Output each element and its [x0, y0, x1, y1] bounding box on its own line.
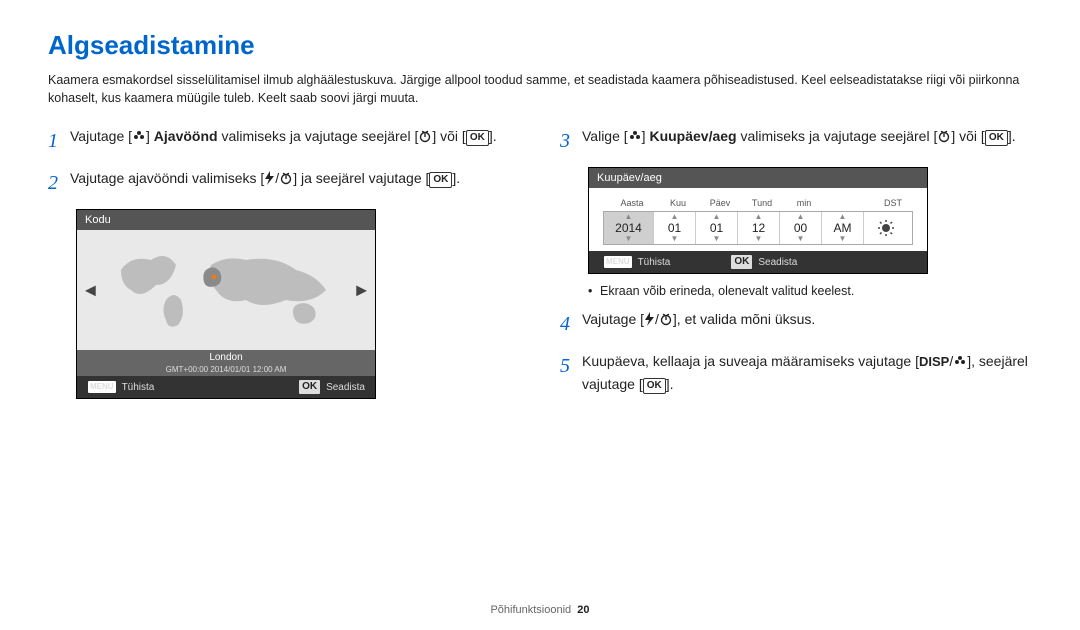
- ok-button-glyph[interactable]: OK: [298, 379, 321, 395]
- step-3: 3 Valige [] Kuupäev/aeg valimiseks ja va…: [560, 125, 1032, 157]
- cancel-label: Tühista: [122, 382, 155, 393]
- step-number: 5: [560, 350, 582, 395]
- ok-button-glyph: OK: [429, 172, 452, 188]
- step-number: 1: [48, 125, 70, 157]
- text: Vajutage ajavööndi valimiseks [: [70, 170, 264, 186]
- step-2: 2 Vajutage ajavööndi valimiseks [/] ja s…: [48, 167, 520, 199]
- page-number: 20: [577, 604, 589, 616]
- text: ].: [489, 128, 497, 144]
- self-timer-icon: [418, 129, 432, 143]
- year-stepper[interactable]: ▲2014▼: [604, 212, 654, 244]
- left-column: 1 Vajutage [] Ajavöönd valimiseks ja vaj…: [48, 125, 520, 407]
- minute-stepper[interactable]: ▲00▼: [780, 212, 822, 244]
- flower-macro-icon: [953, 354, 967, 368]
- dst-toggle[interactable]: [864, 212, 908, 244]
- ok-button-glyph: OK: [643, 378, 666, 394]
- self-timer-icon: [937, 129, 951, 143]
- step-5: 5 Kuupäeva, kellaaja ja suveaja määramis…: [560, 350, 1032, 395]
- set-label: Seadista: [758, 257, 797, 268]
- self-timer-icon: [279, 171, 293, 185]
- datetime-screenshot: Kuupäev/aeg Aasta Kuu Päev Tund min DST …: [588, 167, 928, 274]
- timezone-screenshot: Kodu ◀ ▶ London GMT+: [76, 209, 376, 399]
- text: ] ja seejärel vajutage [: [293, 170, 429, 186]
- ok-button-glyph: OK: [466, 130, 489, 146]
- step-number: 4: [560, 308, 582, 340]
- ok-button-glyph[interactable]: OK: [730, 254, 753, 270]
- menu-button-glyph[interactable]: MENU: [603, 255, 633, 269]
- disp-button-glyph: DISP: [919, 354, 949, 369]
- next-arrow-icon[interactable]: ▶: [356, 282, 367, 299]
- flower-macro-icon: [132, 129, 146, 143]
- text: ].: [666, 376, 674, 392]
- hour-stepper[interactable]: ▲12▼: [738, 212, 780, 244]
- chevron-up-icon: ▲: [625, 213, 633, 221]
- flash-icon: [644, 312, 655, 326]
- month-stepper[interactable]: ▲01▼: [654, 212, 696, 244]
- dt-column-labels: Aasta Kuu Päev Tund min DST: [603, 198, 913, 211]
- text: ] või [: [951, 128, 984, 144]
- datetime-label: Kuupäev/aeg: [649, 128, 736, 144]
- step-number: 3: [560, 125, 582, 157]
- text: Valige [: [582, 128, 628, 144]
- text: ] või [: [432, 128, 465, 144]
- text: Kuupäeva, kellaaja ja suveaja määramisek…: [582, 353, 919, 369]
- text: Vajutage [: [582, 311, 644, 327]
- chevron-down-icon: ▼: [625, 235, 633, 243]
- text: ].: [1008, 128, 1016, 144]
- section-name: Põhifunktsioonid: [490, 604, 571, 616]
- cancel-label: Tühista: [638, 257, 671, 268]
- city-label: London: [77, 350, 375, 365]
- location-marker-icon: [212, 275, 216, 279]
- text: ].: [452, 170, 460, 186]
- world-map-icon: [111, 245, 341, 335]
- text: Vajutage [: [70, 128, 132, 144]
- dt-spinner-row[interactable]: ▲2014▼ ▲01▼ ▲01▼ ▲12▼ ▲00▼ ▲AM▼: [603, 211, 913, 245]
- day-stepper[interactable]: ▲01▼: [696, 212, 738, 244]
- page-footer: Põhifunktsioonid 20: [0, 604, 1080, 616]
- prev-arrow-icon[interactable]: ◀: [85, 282, 96, 299]
- gmt-label: GMT+00:00 2014/01/01 12:00 AM: [77, 365, 375, 376]
- menu-button-glyph[interactable]: MENU: [87, 380, 117, 394]
- step-number: 2: [48, 167, 70, 199]
- page-title: Algseadistamine: [48, 30, 1032, 61]
- step-4: 4 Vajutage [/], et valida mõni üksus.: [560, 308, 1032, 340]
- flower-macro-icon: [628, 129, 642, 143]
- ok-button-glyph: OK: [985, 130, 1008, 146]
- intro-paragraph: Kaamera esmakordsel sisselülitamisel ilm…: [48, 71, 1032, 107]
- timezone-label: Ajavöönd: [154, 128, 218, 144]
- text: valimiseks ja vajutage seejärel [: [737, 128, 938, 144]
- text: valimiseks ja vajutage seejärel [: [218, 128, 419, 144]
- set-label: Seadista: [326, 382, 365, 393]
- panel-title: Kuupäev/aeg: [589, 168, 927, 188]
- right-column: 3 Valige [] Kuupäev/aeg valimiseks ja va…: [560, 125, 1032, 407]
- text: ]: [146, 128, 154, 144]
- flash-icon: [264, 171, 275, 185]
- ampm-stepper[interactable]: ▲AM▼: [822, 212, 864, 244]
- self-timer-icon: [659, 312, 673, 326]
- note: Ekraan võib erineda, olenevalt valitud k…: [588, 284, 1032, 298]
- text: ], et valida mõni üksus.: [673, 311, 815, 327]
- step-1: 1 Vajutage [] Ajavöönd valimiseks ja vaj…: [48, 125, 520, 157]
- panel-title: Kodu: [77, 210, 375, 230]
